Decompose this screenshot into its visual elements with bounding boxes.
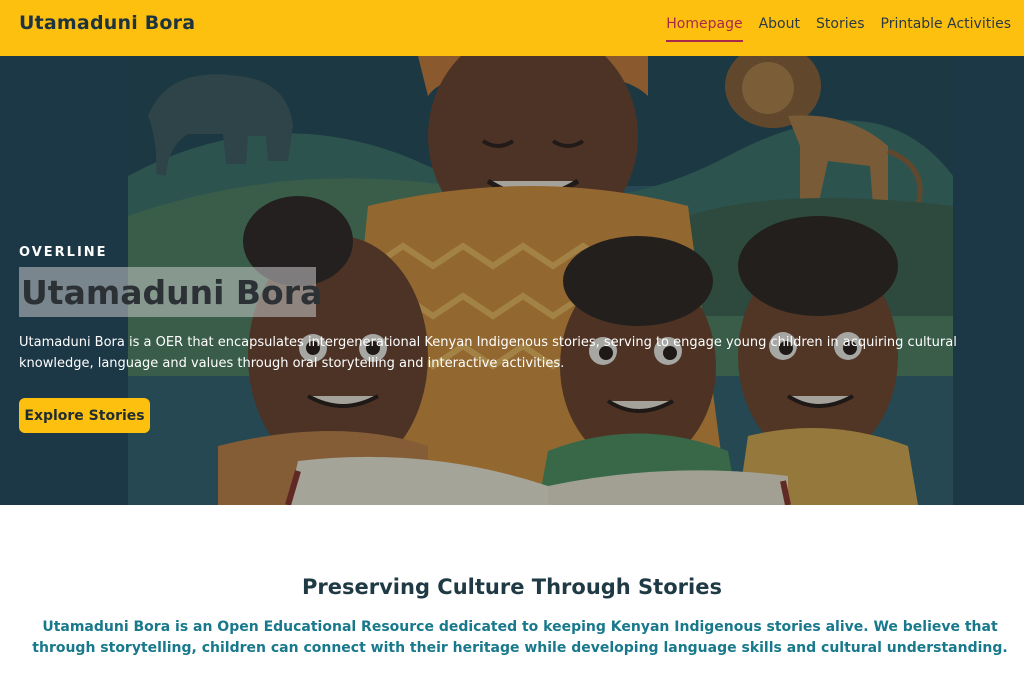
brand-title[interactable]: Utamaduni Bora — [19, 12, 195, 34]
intro-title: Preserving Culture Through Stories — [302, 575, 722, 599]
main-nav: Homepage About Stories Printable Activit… — [666, 16, 1012, 42]
site-header: Utamaduni Bora Homepage About Stories Pr… — [0, 0, 1024, 56]
hero-title-box: Utamaduni Bora — [19, 267, 322, 317]
hero-description: Utamaduni Bora is a OER that encapsulate… — [19, 335, 957, 371]
nav-stories[interactable]: Stories — [816, 16, 865, 38]
intro-text: Utamaduni Bora is an Open Educational Re… — [32, 619, 1008, 656]
nav-homepage[interactable]: Homepage — [666, 16, 743, 42]
nav-printable-activities[interactable]: Printable Activities — [881, 16, 1012, 38]
hero-title: Utamaduni Bora — [21, 273, 323, 312]
hero-overline: OVERLINE — [19, 245, 108, 260]
nav-about[interactable]: About — [759, 16, 800, 38]
hero-section: OVERLINE Utamaduni Bora Utamaduni Bora i… — [0, 56, 1024, 505]
explore-stories-button[interactable]: Explore Stories — [19, 398, 150, 433]
